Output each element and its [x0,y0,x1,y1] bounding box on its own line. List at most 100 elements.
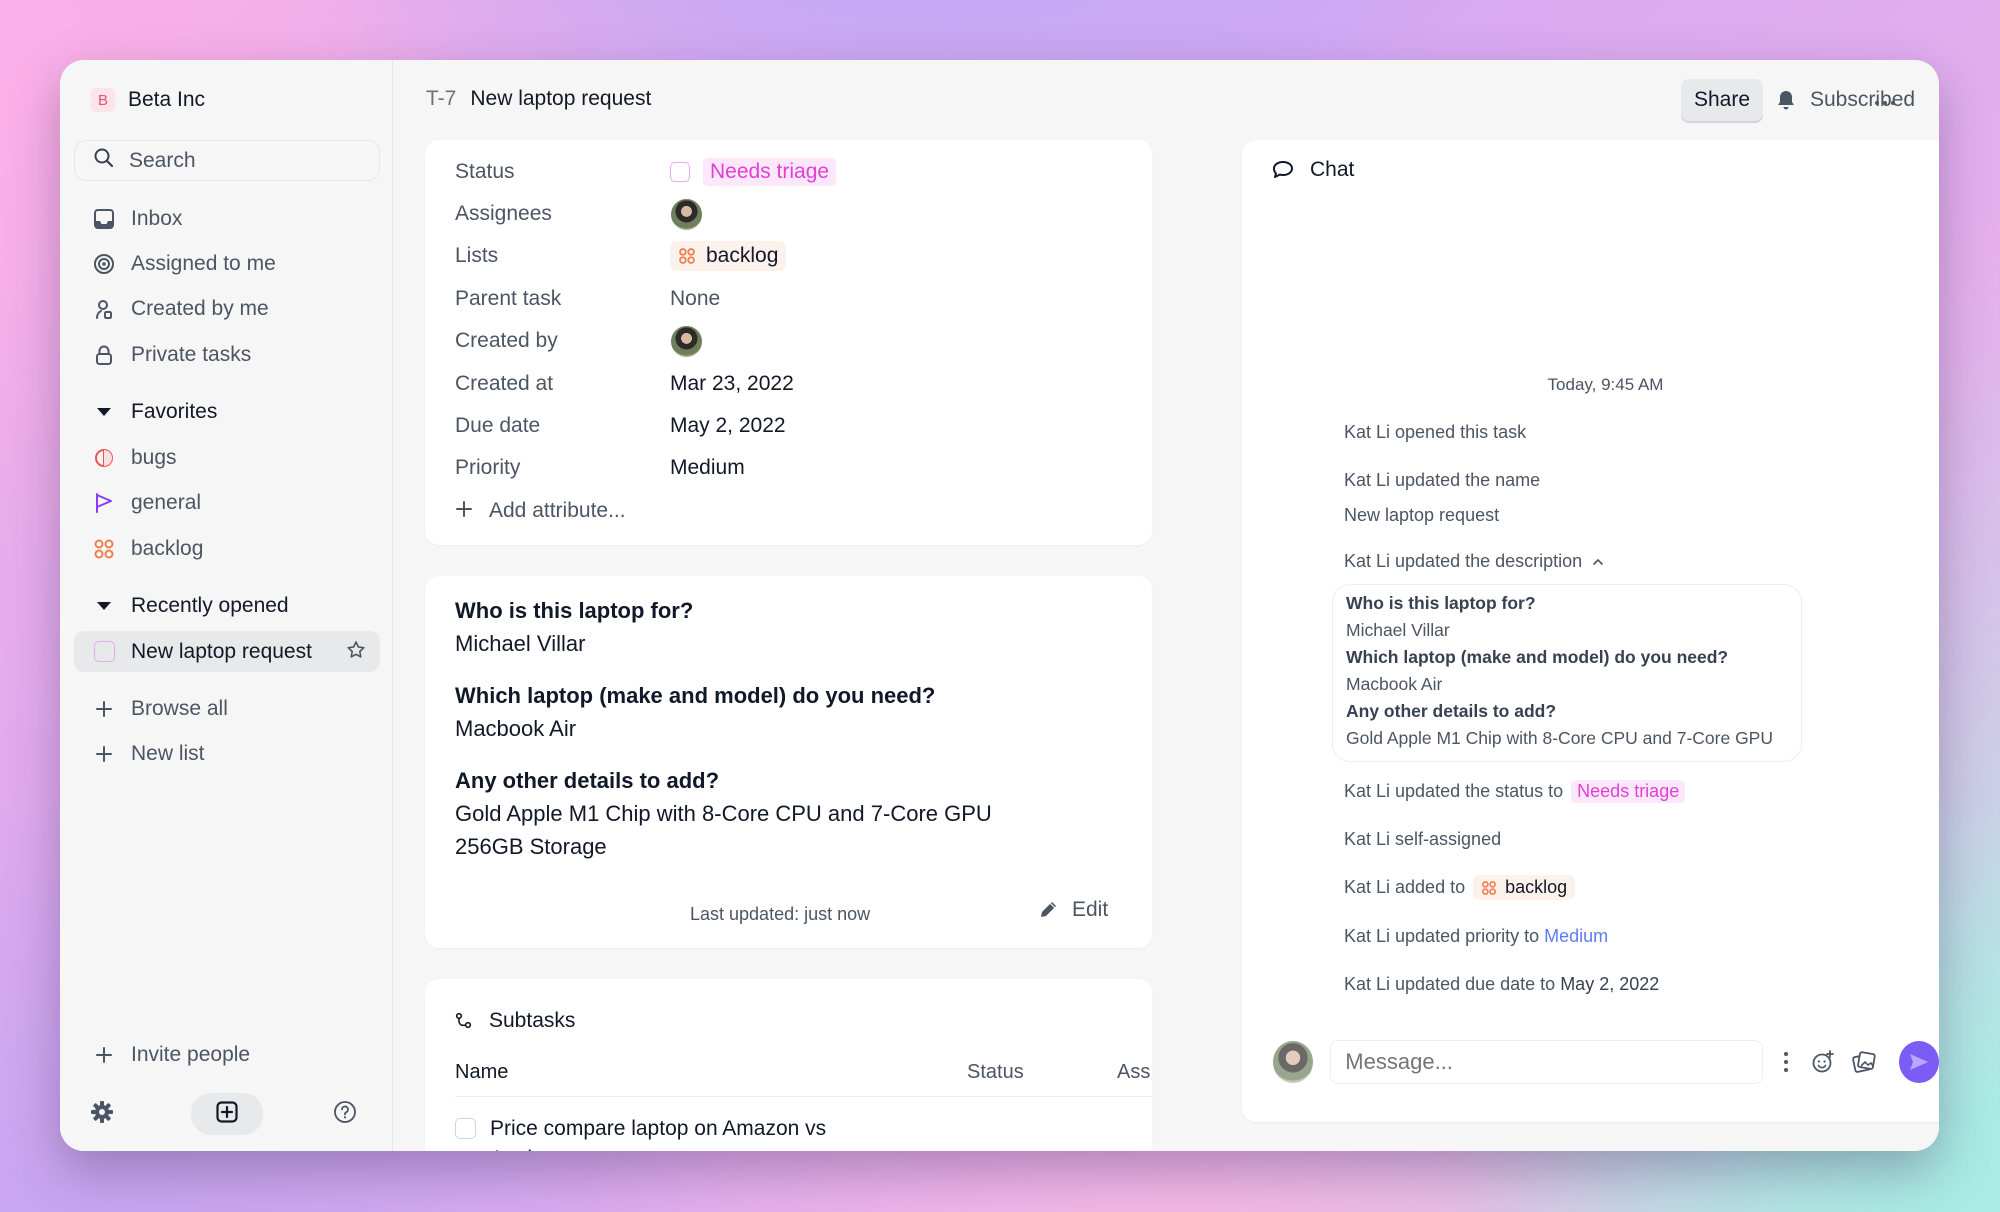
property-assignees: Assignees [455,197,1135,231]
plus-square-icon [216,1100,238,1128]
status-value[interactable]: Needs triage [670,158,837,186]
send-icon [1909,1053,1929,1071]
subtask-icon [455,1012,473,1030]
status-checkbox[interactable] [670,162,690,182]
settings-button[interactable] [80,1093,124,1135]
task-id: T-7 [426,87,457,110]
more-vertical-icon[interactable] [1783,1051,1789,1073]
column-header-status[interactable]: Status [967,1061,1024,1084]
browse-all-button[interactable]: Browse all [74,688,380,729]
breadcrumb: T-7 New laptop request [426,87,651,111]
sidebar-item-created[interactable]: Created by me [74,288,380,329]
status-badge: Needs triage [1571,780,1686,803]
caret-down-icon [93,595,115,617]
help-button[interactable] [323,1093,367,1135]
activity-text: Kat Li added to [1344,877,1466,897]
activity-item-description[interactable]: Kat Li updated the description [1344,551,1604,572]
chat-title: Chat [1310,158,1355,181]
activity-text: Kat Li self-assigned [1344,829,1502,849]
property-label: Created at [455,372,554,395]
list-badge[interactable]: backlog [1473,875,1576,900]
description-answer: 256GB Storage [455,834,607,859]
activity-item: Kat Li updated the name [1344,470,1540,491]
new-list-label: New list [131,741,205,765]
property-created-at: Created at Mar 23, 2022 [455,367,1135,401]
app-window: B Beta Inc Search Inbox Assigned to me C… [60,60,1939,1151]
property-label: Due date [455,414,541,437]
subtask-checkbox[interactable] [455,1118,476,1139]
subtask-row[interactable]: Price compare laptop on Amazon vs Apple [455,1114,880,1151]
sidebar-item-inbox[interactable]: Inbox [74,198,380,239]
diff-line: Who is this laptop for? [1346,593,1536,613]
property-priority: Priority Medium [455,451,1135,485]
image-attach-icon[interactable] [1851,1050,1877,1074]
message-input[interactable] [1330,1040,1763,1084]
four-dots-icon [93,538,115,560]
due-date-value[interactable]: May 2, 2022 [670,414,786,438]
sidebar-item-assigned[interactable]: Assigned to me [74,243,380,284]
invite-people-button[interactable]: Invite people [74,1034,380,1075]
activity-item: New laptop request [1344,505,1499,526]
emoji-add-icon[interactable] [1811,1050,1835,1074]
creator-avatar [670,324,703,358]
activity-text: Kat Li updated the name [1344,470,1541,490]
column-header-assignee[interactable]: Ass [1117,1061,1150,1084]
activity-highlight: description [1495,551,1583,571]
property-label: Lists [455,244,499,267]
new-task-button[interactable] [191,1093,263,1135]
sidebar-item-bugs[interactable]: bugs [74,437,380,478]
property-lists: Lists backlog [455,239,1135,273]
favorites-section-toggle[interactable]: Favorites [74,391,380,432]
search-icon [93,147,115,174]
search-button[interactable]: Search [74,140,380,181]
list-badge[interactable]: backlog [670,241,787,271]
property-created-by: Created by [455,324,1135,358]
plus-icon [93,743,115,765]
description-answer: Macbook Air [455,716,577,741]
sidebar-item-general[interactable]: general [74,482,380,523]
bell-icon [1776,89,1796,111]
properties-card: Status Needs triage Assignees Lists back… [425,140,1152,545]
recent-section-toggle[interactable]: Recently opened [74,585,380,626]
column-header-name[interactable]: Name [455,1061,508,1084]
add-attribute-button[interactable]: Add attribute... [455,497,626,525]
property-parent-task: Parent task None [455,282,1135,316]
edit-label: Edit [1072,898,1109,921]
activity-text: Kat Li updated the status to [1344,781,1564,801]
plus-icon [455,497,473,525]
diff-line: Any other details to add? [1346,701,1557,721]
activity-item: Kat Li opened this task [1344,422,1526,443]
diff-line: Macbook Air [1346,674,1443,694]
browse-all-label: Browse all [131,696,228,720]
task-title[interactable]: New laptop request [470,87,651,111]
sidebar-item-label: general [131,490,202,514]
caret-down-icon [93,401,115,423]
priority-value[interactable]: Medium [670,456,745,480]
send-button[interactable] [1898,1041,1939,1083]
assignee-avatar[interactable] [670,197,703,231]
subtask-name[interactable]: Price compare laptop on Amazon vs Apple [490,1114,880,1151]
search-label: Search [129,148,196,172]
star-icon[interactable] [346,640,366,666]
share-button[interactable]: Share [1681,79,1763,121]
sidebar-item-private[interactable]: Private tasks [74,334,380,375]
parent-task-value[interactable]: None [670,287,720,311]
task-header: T-7 New laptop request Share Subscribed [394,60,1939,140]
subscribed-label: Subscribed [1810,88,1916,111]
workspace-switcher[interactable]: B Beta Inc [91,88,205,112]
description-question: Which laptop (make and model) do you nee… [455,683,936,708]
add-attribute-label: Add attribute... [489,499,626,522]
edit-button[interactable]: Edit [1038,898,1108,922]
sidebar-item-label: Inbox [131,206,183,230]
more-options-button[interactable] [1874,79,1896,121]
help-icon [333,1100,357,1129]
new-list-button[interactable]: New list [74,733,380,774]
activity-text: New laptop request [1344,505,1500,525]
diff-line: Gold Apple M1 Chip with 8-Core CPU and 7… [1346,728,1773,748]
workspace-name: Beta Inc [128,88,206,111]
chevron-up-icon[interactable] [1592,558,1604,566]
sidebar-item-new-laptop-request[interactable]: New laptop request [74,631,380,672]
activity-text: Kat Li updated due date to [1344,974,1556,994]
sidebar-item-backlog[interactable]: backlog [74,528,380,569]
workspace-logo: B [91,88,115,112]
